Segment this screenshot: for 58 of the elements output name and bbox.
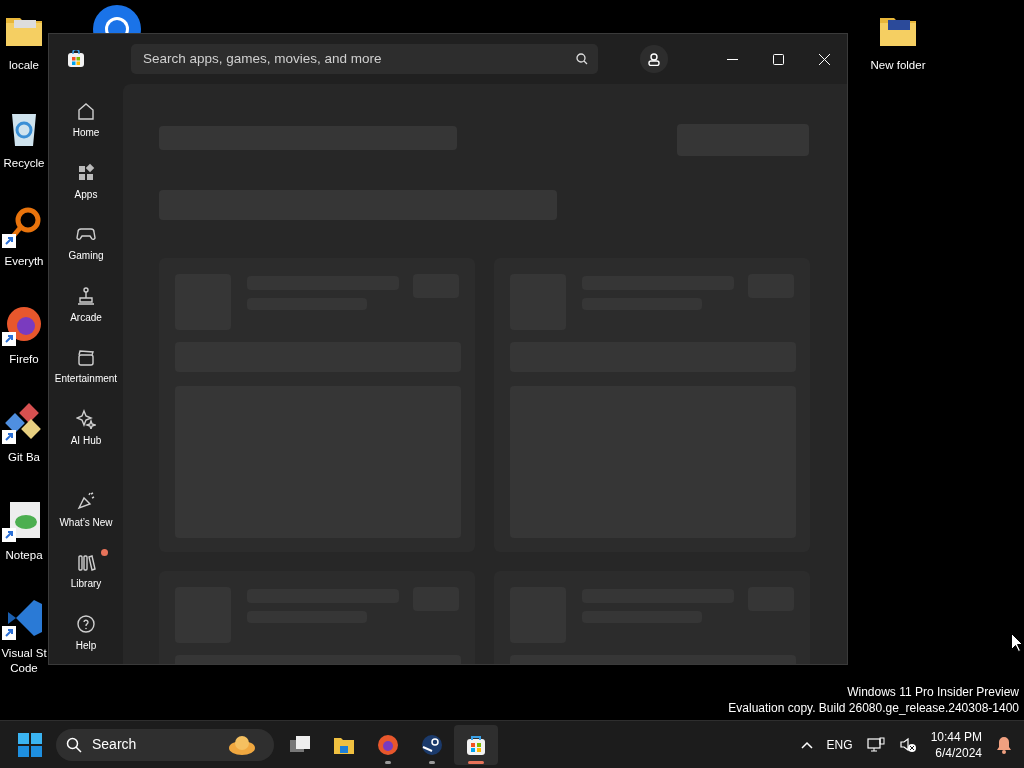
icon-label[interactable]: Notepa (5, 548, 43, 563)
taskbar-search-field[interactable]: Search (56, 728, 274, 761)
home-icon (76, 101, 96, 122)
sidebar-item[interactable]: Entertainment (51, 335, 121, 398)
watermark-text: Evaluation copy. Build 26080.ge_release.240308-1400 (728, 700, 1019, 716)
language-indicator[interactable]: ENG (826, 735, 853, 754)
sidebar-item[interactable]: AI Hub (51, 397, 121, 459)
help-icon (76, 613, 96, 634)
shortcut-arrow-icon (2, 528, 16, 542)
maximize-icon (772, 53, 784, 65)
icon-label[interactable]: New folder (870, 58, 926, 73)
steam-icon (420, 732, 444, 757)
start-button[interactable] (18, 732, 42, 757)
muted-speaker-icon[interactable] (898, 736, 917, 753)
person-icon (648, 52, 660, 66)
sidebar-item[interactable]: What’s New (51, 479, 121, 542)
icon-label[interactable]: Git Ba (8, 450, 40, 465)
clock[interactable]: 10:44 PM 6/4/2024 (930, 728, 982, 761)
search-icon[interactable] (576, 53, 588, 65)
search-icon (66, 736, 82, 753)
taskbar-app-button[interactable] (454, 724, 498, 765)
icon-label[interactable]: locale (8, 58, 40, 73)
joystick-icon (76, 285, 96, 306)
shortcut-arrow-icon (2, 626, 16, 640)
sidebar-item[interactable]: Arcade (51, 274, 121, 336)
store-logo-icon (67, 50, 85, 68)
sidebar-item[interactable]: Apps (51, 151, 121, 213)
icon-label[interactable]: Everyth (4, 254, 44, 269)
watermark-text: Windows 11 Pro Insider Preview (846, 684, 1019, 700)
app-icon[interactable] (4, 304, 44, 344)
books-icon (76, 552, 96, 573)
time-text: 10:44 PM (930, 728, 982, 745)
bell-icon[interactable] (996, 735, 1012, 754)
icon-label[interactable]: Visual St Code (1, 646, 47, 676)
search-input[interactable]: Search apps, games, movies, and more (141, 47, 576, 71)
mouse-cursor-icon (1011, 633, 1023, 652)
sidebar-item[interactable]: Home (51, 90, 121, 152)
icon-label[interactable]: Recycle (3, 156, 45, 171)
browser-icon (376, 732, 400, 757)
apps-icon (76, 162, 96, 183)
search-highlight-icon (228, 733, 256, 756)
sidebar-item[interactable]: Help (51, 602, 121, 664)
shortcut-arrow-icon (2, 332, 16, 346)
close-icon (818, 53, 830, 65)
account-button[interactable] (640, 45, 668, 73)
sidebar-item[interactable]: Library (51, 541, 121, 603)
chevron-up-icon[interactable] (800, 740, 813, 749)
shortcut-arrow-icon (2, 234, 16, 248)
megaphone-icon (76, 490, 96, 511)
date-text: 6/4/2024 (934, 744, 982, 761)
clapperboard-icon (76, 347, 96, 368)
network-icon[interactable] (866, 736, 885, 753)
sidebar-item[interactable]: Gaming (51, 212, 121, 275)
icon-label[interactable]: Firefo (9, 352, 39, 367)
search-field[interactable]: Search apps, games, movies, and more (131, 44, 598, 74)
sparkle-icon (76, 408, 96, 429)
shortcut-arrow-icon (2, 430, 16, 444)
taskbar-search-input[interactable]: Search (90, 733, 220, 756)
